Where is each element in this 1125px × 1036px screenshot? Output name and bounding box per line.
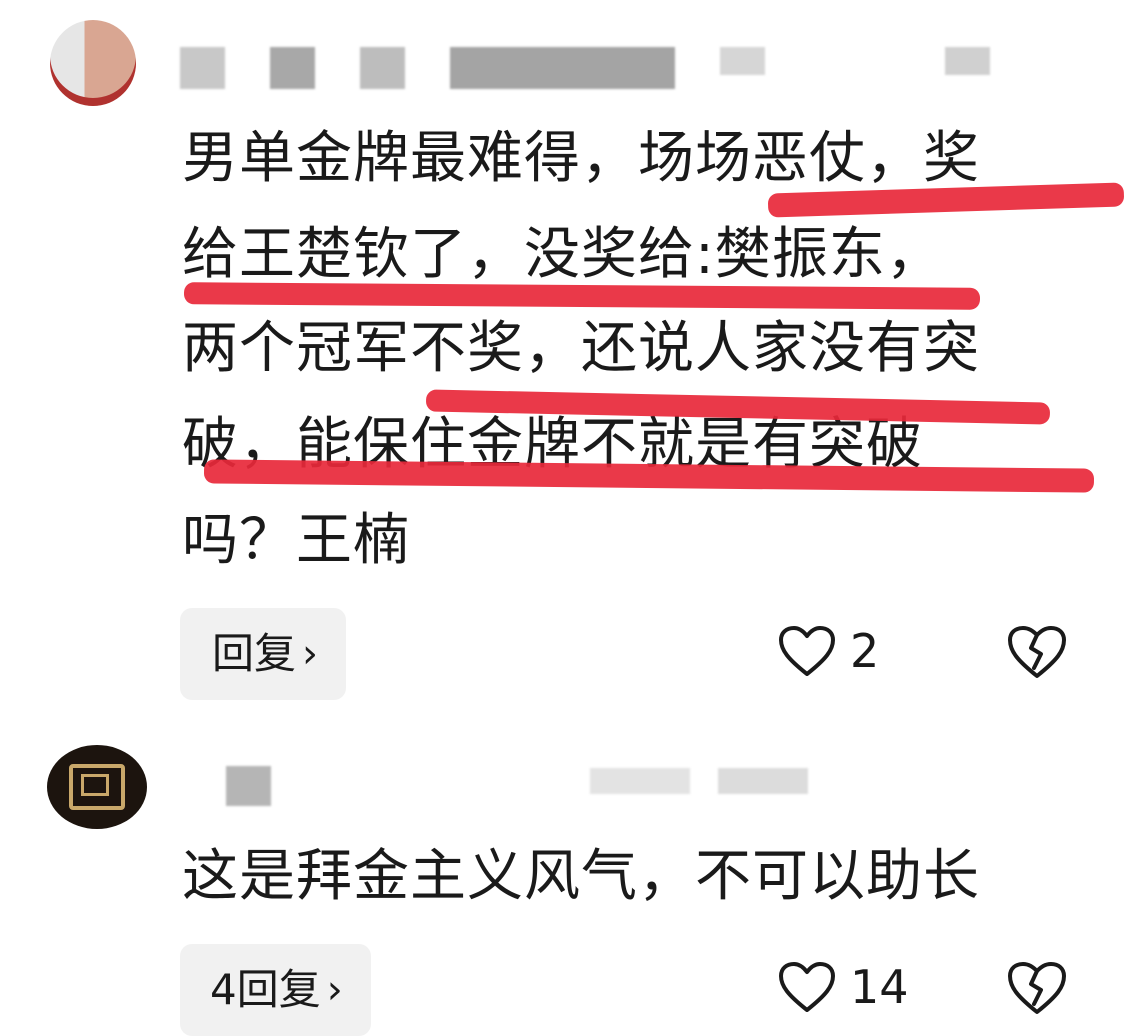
avatar[interactable] [50, 20, 136, 106]
like-count: 14 [850, 960, 909, 1014]
reply-button[interactable]: 4回复 › [180, 944, 371, 1036]
comment-item: 男单金牌最难得，场场恶仗，奖 给王楚钦了，没奖给:樊振东， 两个冠军不奖，还说人… [0, 0, 1125, 720]
broken-heart-icon [1006, 624, 1068, 680]
meta-redacted [718, 768, 808, 794]
username-redacted [180, 47, 225, 89]
like-button[interactable]: 14 [778, 960, 909, 1014]
username-redacted [270, 47, 315, 89]
seal-logo-icon [69, 764, 125, 810]
like-button[interactable]: 2 [778, 624, 879, 678]
username-redacted [360, 47, 405, 89]
meta-redacted [720, 47, 765, 75]
broken-heart-icon [1006, 960, 1068, 1016]
heart-outline-icon [778, 625, 836, 677]
avatar[interactable] [47, 745, 147, 829]
chevron-right-icon: › [326, 967, 343, 1013]
comment-text-line: 两个冠军不奖，还说人家没有突 [182, 316, 980, 381]
like-count: 2 [850, 624, 880, 678]
dislike-button[interactable] [1006, 960, 1068, 1016]
reply-label: 回复 [212, 629, 297, 678]
username-redacted [226, 766, 271, 806]
meta-redacted [945, 47, 990, 75]
dislike-button[interactable] [1006, 624, 1068, 680]
chevron-right-icon: › [302, 631, 319, 677]
comment-text-line: 吗？王楠 [182, 508, 410, 573]
reply-label: 4回复 [210, 965, 321, 1014]
reply-button[interactable]: 回复 › [180, 608, 347, 700]
heart-outline-icon [778, 961, 836, 1013]
username-redacted [450, 47, 675, 89]
comment-text-line: 这是拜金主义风气，不可以助长 [182, 844, 980, 909]
meta-redacted [590, 768, 690, 794]
